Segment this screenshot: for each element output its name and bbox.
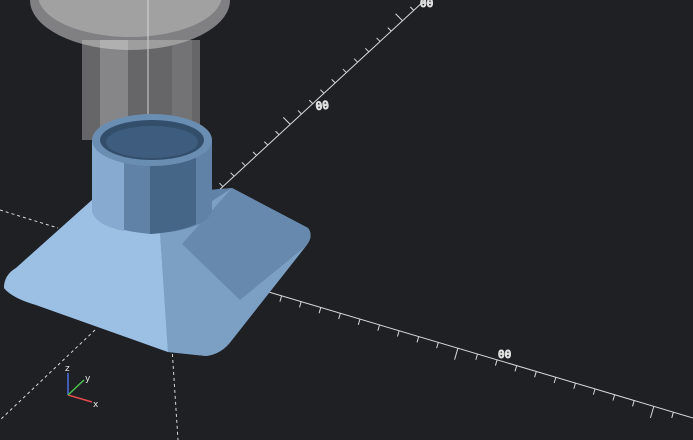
axis-tick [387,27,392,32]
axis-tick [331,79,336,84]
x-axis-ticks [279,295,674,419]
axis-tick [416,336,420,343]
axis-tick [308,99,314,104]
axis-tick [395,13,403,22]
y-axis-ticks [185,6,415,218]
axis-tick [671,412,674,419]
axis-tick [553,377,557,384]
gizmo-z-label: z [65,364,70,374]
axis-tick [514,365,518,372]
gizmo-x-label: x [93,400,99,410]
y-axis-negative [0,329,96,421]
axis-tick [241,161,246,167]
axis-tick [279,295,283,302]
axis-tick [252,151,257,156]
axis-tick [436,342,439,349]
3d-viewport[interactable]: 00 00 00 z x y [0,0,693,440]
axis-tick [357,318,361,325]
axis-tick [573,382,576,389]
axis-tick [376,37,381,42]
axis-tick [353,58,358,63]
axis-tick [396,330,400,337]
axis-tick [534,371,537,378]
axis-tick [365,47,370,53]
scene-canvas[interactable]: 00 00 00 z x y [0,0,693,440]
axis-tick [632,400,635,407]
axis-tick [282,117,291,125]
boss-cylinder [92,114,212,234]
axis-tick [263,141,269,146]
x-axis-negative [0,209,59,229]
axis-tick [409,6,415,11]
axis-tick [230,172,235,177]
z-axis-negative [171,347,179,440]
axis-tick [338,313,341,320]
axis-tick [454,348,459,360]
axis-tick [275,130,280,136]
gizmo-x-line [67,394,93,403]
axis-tick [299,301,302,308]
top-axis-tick-label: 00 [420,0,433,10]
axis-tick [649,406,655,419]
axis-tick [297,110,302,115]
axis-tick [612,394,616,401]
x-axis-tick-label: 00 [498,348,511,361]
axis-tick [320,89,325,94]
axis-tick [494,359,498,366]
axis-tick [342,68,347,73]
y-axis-tick-label: 00 [315,99,330,113]
axis-tick [475,353,478,360]
gizmo-y-line [67,379,85,396]
axis-tick [377,324,381,331]
axis-tick [219,182,224,187]
axis-tick [318,307,322,314]
gizmo-y-label: y [85,374,91,384]
axis-tick [592,388,596,395]
orientation-gizmo[interactable]: z x y [65,364,99,410]
